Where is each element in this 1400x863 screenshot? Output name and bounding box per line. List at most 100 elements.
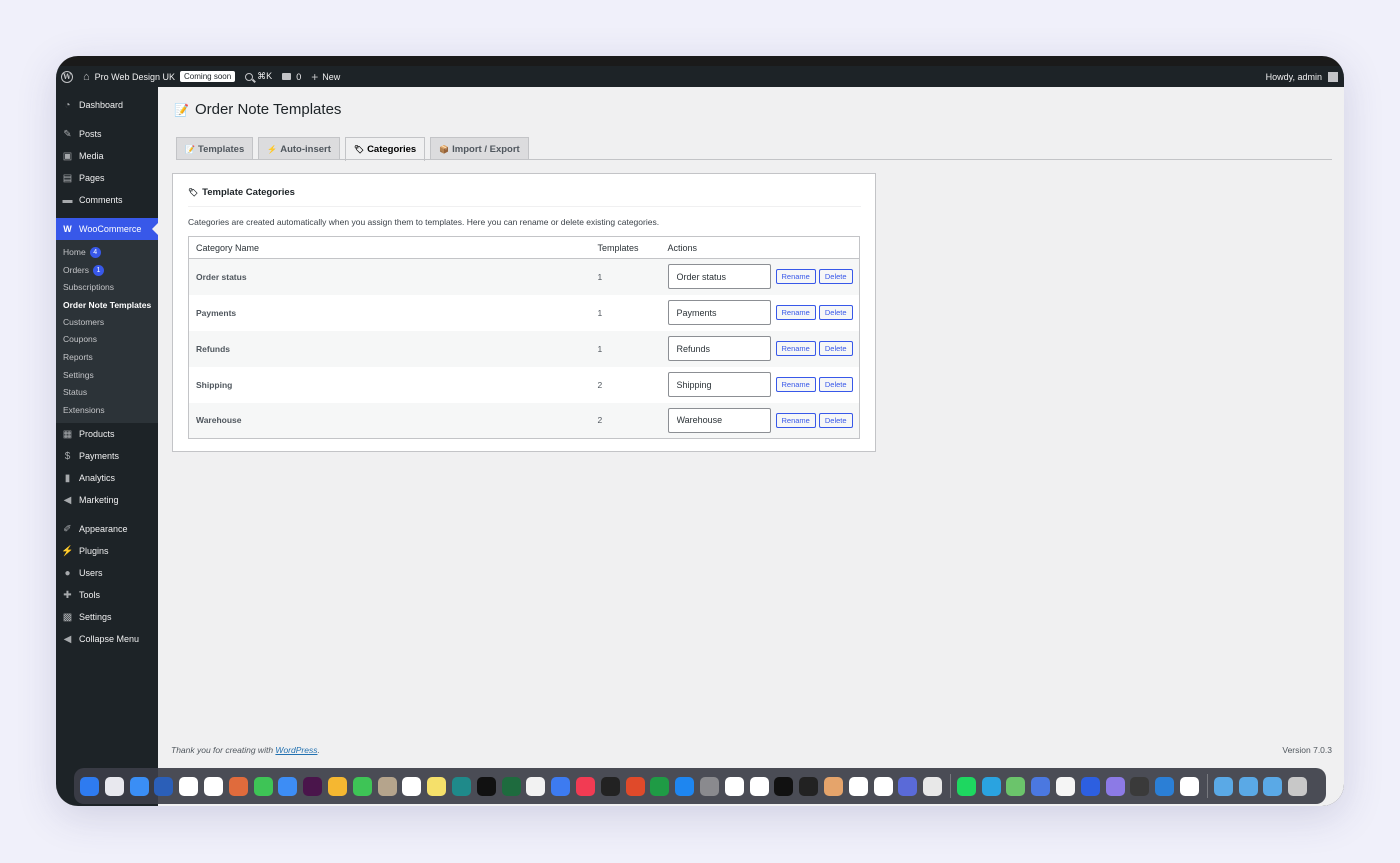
rename-input[interactable] [667,300,771,325]
rename-input[interactable] [667,407,771,433]
app-icon[interactable] [774,776,794,796]
app-icon[interactable] [501,776,521,796]
folder-icon[interactable] [1238,776,1258,796]
tab-import-export[interactable]: 📦 Import / Export [430,137,529,160]
sidebar-item-woocommerce[interactable]: W WooCommerce [56,218,158,240]
app-icon[interactable] [898,776,918,796]
delete-button[interactable]: Delete [818,305,853,320]
chrome-icon[interactable] [1180,776,1200,796]
submenu-item-customers[interactable]: Customers [56,314,158,332]
onepassword-icon[interactable] [1080,776,1100,796]
rename-input[interactable] [667,336,771,361]
comments-link[interactable]: 0 [277,66,306,87]
app-icon[interactable] [848,776,868,796]
telegram-icon[interactable] [981,776,1001,796]
calendar-icon[interactable] [179,776,199,796]
coming-soon-badge[interactable]: Coming soon [180,71,236,82]
submenu-item-coupons[interactable]: Coupons [56,331,158,349]
sidebar-item-media[interactable]: ▣ Media [56,145,158,167]
slack-icon[interactable] [303,776,323,796]
folder-icon[interactable] [1213,776,1233,796]
chatgpt-icon[interactable] [203,776,223,796]
finder-icon[interactable] [80,776,99,796]
freeform-icon[interactable] [451,776,471,796]
submenu-item-reports[interactable]: Reports [56,349,158,367]
app-icon[interactable] [799,776,819,796]
sidebar-item-users[interactable]: ● Users [56,562,158,584]
app-icon[interactable] [1031,776,1051,796]
app-icon[interactable] [1006,776,1026,796]
wp-logo-menu[interactable]: W [56,66,78,87]
rename-button[interactable]: Rename [775,341,816,356]
submenu-item-status[interactable]: Status [56,384,158,402]
app-icon[interactable] [1056,776,1076,796]
delete-button[interactable]: Delete [818,377,853,392]
submenu-item-settings[interactable]: Settings [56,367,158,385]
sidebar-item-dashboard[interactable]: ◔ Dashboard [56,94,158,116]
app-icon[interactable] [724,776,744,796]
delete-button[interactable]: Delete [818,269,853,285]
trash-icon[interactable] [1288,776,1308,796]
submenu-item-order-note-templates[interactable]: Order Note Templates [56,297,158,314]
app-icon[interactable] [873,776,893,796]
reminders-icon[interactable] [402,776,422,796]
photos-icon[interactable] [327,776,347,796]
launchpad-icon[interactable] [104,776,124,796]
account-menu[interactable]: Howdy, admin [1266,71,1344,82]
rename-input[interactable] [667,372,771,397]
delete-button[interactable]: Delete [818,341,853,356]
sidebar-item-settings[interactable]: ▩ Settings [56,606,158,628]
app-icon[interactable] [526,776,546,796]
rename-button[interactable]: Rename [775,377,816,392]
rename-input[interactable] [667,264,771,290]
submenu-item-extensions[interactable]: Extensions [56,402,158,420]
sidebar-item-plugins[interactable]: ⚡ Plugins [56,540,158,562]
rename-button[interactable]: Rename [775,412,816,428]
safari-icon[interactable] [129,776,149,796]
sidebar-item-posts[interactable]: ✎ Posts [56,123,158,145]
submenu-item-orders[interactable]: Orders 1 [56,262,158,280]
sidebar-item-comments[interactable]: ▬ Comments [56,189,158,211]
app-icon[interactable] [625,776,645,796]
sidebar-item-appearance[interactable]: ✐ Appearance [56,518,158,540]
site-name-link[interactable]: ⌂ Pro Web Design UK Coming soon [78,66,240,87]
new-content-menu[interactable]: + New [306,66,345,87]
submenu-item-subscriptions[interactable]: Subscriptions [56,279,158,297]
numbers-icon[interactable] [650,776,670,796]
sidebar-item-products[interactable]: ▦ Products [56,423,158,445]
app-icon[interactable] [551,776,571,796]
app-icon[interactable] [1105,776,1125,796]
app-icon[interactable] [1130,776,1150,796]
sidebar-item-analytics[interactable]: ▮ Analytics [56,467,158,489]
terminal-icon[interactable] [600,776,620,796]
notes-icon[interactable] [427,776,447,796]
facetime-icon[interactable] [352,776,372,796]
folder-icon[interactable] [1263,776,1283,796]
submenu-item-home[interactable]: Home 4 [56,244,158,262]
app-icon[interactable] [749,776,769,796]
sidebar-item-payments[interactable]: $ Payments [56,445,158,467]
tab-categories[interactable]: 🏷 Categories [344,137,426,161]
tv-icon[interactable] [476,776,496,796]
spotify-icon[interactable] [956,776,976,796]
contacts-icon[interactable] [377,776,397,796]
sidebar-item-tools[interactable]: ✚ Tools [56,584,158,606]
wordpress-link[interactable]: WordPress [275,745,317,755]
maps-icon[interactable] [154,776,174,796]
settings-icon[interactable] [699,776,719,796]
app-store-icon[interactable] [675,776,695,796]
messages-icon[interactable] [253,776,273,796]
music-icon[interactable] [575,776,595,796]
rename-button[interactable]: Rename [775,305,816,320]
delete-button[interactable]: Delete [818,412,853,428]
mail-icon[interactable] [278,776,298,796]
collapse-menu-button[interactable]: ◀ Collapse Menu [56,628,158,650]
sidebar-item-pages[interactable]: ▤ Pages [56,167,158,189]
claude-icon[interactable] [228,776,248,796]
vscode-icon[interactable] [1155,776,1175,796]
app-icon[interactable] [823,776,843,796]
command-palette-button[interactable]: ⌘K [240,66,277,87]
tab-auto-insert[interactable]: ⚡ Auto-insert [258,137,340,160]
rename-button[interactable]: Rename [775,269,816,285]
tab-templates[interactable]: 📝 Templates [176,137,254,160]
